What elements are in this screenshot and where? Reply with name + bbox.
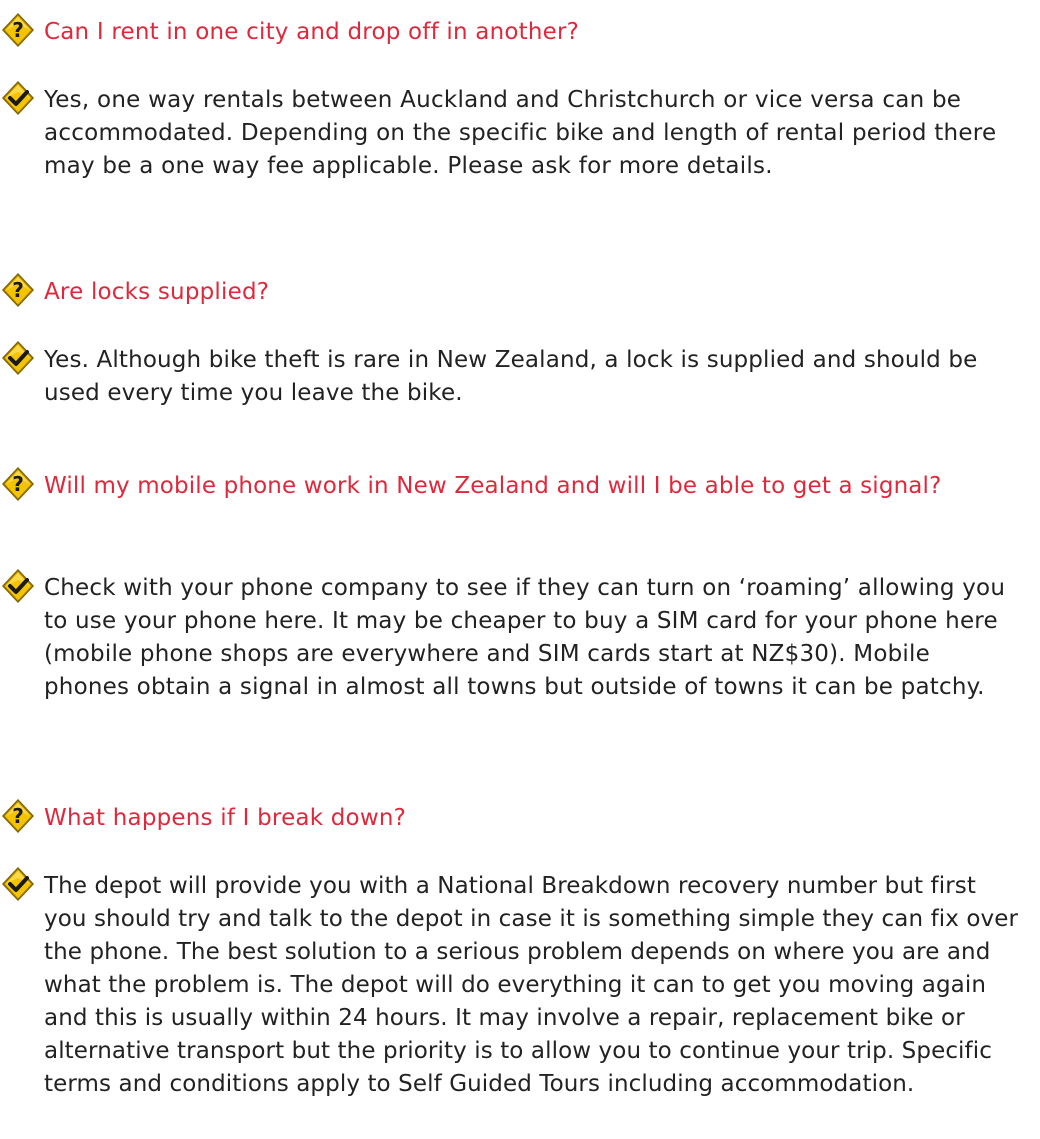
question-mark-icon: ? xyxy=(0,466,36,502)
question-mark-icon: ? xyxy=(0,12,36,48)
question-mark-icon: ? xyxy=(0,272,36,308)
faq-question-text: What happens if I break down? xyxy=(44,805,407,831)
check-mark-icon xyxy=(0,80,36,116)
check-mark-icon xyxy=(0,568,36,604)
svg-text:?: ? xyxy=(12,18,24,42)
faq-answer-text: Yes. Although bike theft is rare in New … xyxy=(44,347,978,406)
check-mark-icon xyxy=(0,866,36,902)
svg-text:?: ? xyxy=(12,804,24,828)
faq-answer-text: Check with your phone company to see if … xyxy=(44,575,1006,700)
faq-answer-text: Yes, one way rentals between Auckland an… xyxy=(44,87,997,179)
question-mark-icon: ? xyxy=(0,798,36,834)
check-mark-icon xyxy=(0,340,36,376)
faq-question-text: Will my mobile phone work in New Zealand… xyxy=(44,473,942,499)
faq-question-text: Are locks supplied? xyxy=(44,279,270,305)
svg-text:?: ? xyxy=(12,472,24,496)
svg-text:?: ? xyxy=(12,278,24,302)
faq-answer-text: The depot will provide you with a Nation… xyxy=(44,873,1019,1097)
faq-question-text: Can I rent in one city and drop off in a… xyxy=(44,19,580,45)
